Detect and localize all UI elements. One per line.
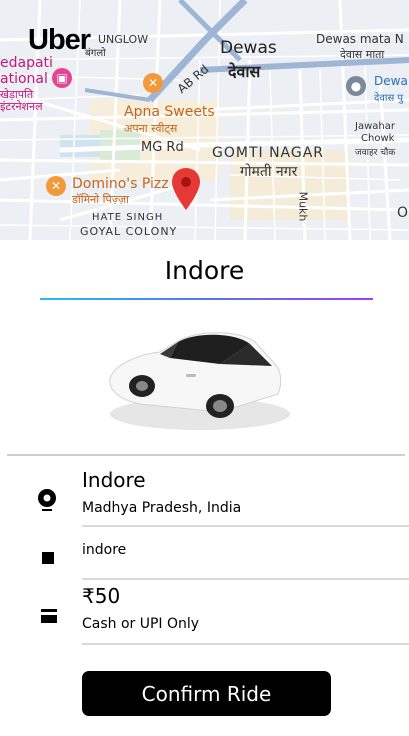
pickup-region: Madhya Pradesh, India	[82, 500, 242, 516]
place-icon[interactable]: ●	[346, 76, 366, 96]
map-label-edapati: edapati	[0, 55, 53, 71]
map-label-bunglow-hi: बंगलो	[85, 48, 106, 59]
map-view[interactable]: Uber UNGLOW बंगलो edapati ational खेड़ाप…	[0, 0, 409, 240]
map-label-dominos-hi: डॉमिनो पिज़्ज़ा	[72, 193, 130, 206]
map-label-mukherjee: Mukh	[296, 191, 310, 222]
hotel-icon[interactable]: ▣	[52, 68, 72, 88]
map-label-dewas: Dewas	[220, 38, 277, 58]
map-label-dominos: Domino's Pizz	[72, 176, 169, 192]
restaurant-icon[interactable]: ✕	[143, 73, 163, 93]
map-label-dewas-mata: Dewas mata N	[316, 32, 404, 46]
map-label-jawahar-hi: जवाहर चौक	[355, 148, 396, 158]
payment-note: Cash or UPI Only	[82, 616, 200, 632]
title-underline	[40, 298, 373, 300]
uber-logo: Uber	[28, 24, 91, 56]
map-label-dewas-hi: देवास	[228, 62, 261, 81]
map-label-goyal-colony: GOYAL COLONY	[80, 225, 178, 238]
destination-name: indore	[82, 542, 127, 558]
map-label-jawahar: Jawahar	[355, 121, 395, 132]
map-label-dewas2: Dewa	[374, 74, 408, 88]
map-label-hate-singh: HATE SINGH	[92, 212, 164, 223]
page-title: Indore	[164, 256, 245, 285]
map-label-gomti-nagar: GOMTI NAGAR	[212, 145, 325, 161]
row-divider	[82, 643, 409, 645]
confirm-ride-button[interactable]: Confirm Ride	[82, 671, 331, 716]
cash-icon	[41, 608, 57, 627]
map-label-mg-rd: MG Rd	[141, 140, 184, 155]
row-divider	[82, 525, 409, 527]
map-label-dewas-mata-hi: देवास माता	[340, 48, 385, 61]
fare-row[interactable]: ₹50 Cash or UPI Only	[0, 584, 409, 652]
map-label-apna-sweets: Apna Sweets	[124, 104, 215, 120]
map-label-apna-sweets-hi: अपना स्वीट्स	[124, 122, 178, 135]
pickup-name: Indore	[82, 468, 146, 492]
map-label-chowk: Chowk	[361, 133, 395, 144]
square-stop-icon	[42, 552, 54, 564]
map-label-international-hi: इंटरनेशनल	[0, 100, 43, 113]
pickup-row[interactable]: Indore Madhya Pradesh, India	[0, 464, 409, 530]
map-label-ne: O	[397, 205, 409, 221]
section-divider	[7, 454, 405, 456]
location-pin-icon	[36, 488, 58, 516]
ride-sheet: Indore Indore Madhya Pradesh, India indo…	[0, 240, 409, 736]
map-label-dewas2-hi: देवास पु	[374, 93, 404, 104]
car-image	[100, 324, 290, 438]
fare-amount: ₹50	[82, 584, 121, 608]
destination-row[interactable]: indore	[0, 530, 409, 586]
map-label-gomti-nagar-hi: गोमती नगर	[240, 164, 298, 180]
row-divider	[82, 578, 409, 580]
map-label-national: ational	[0, 71, 48, 87]
restaurant-icon[interactable]: ✕	[46, 176, 66, 196]
